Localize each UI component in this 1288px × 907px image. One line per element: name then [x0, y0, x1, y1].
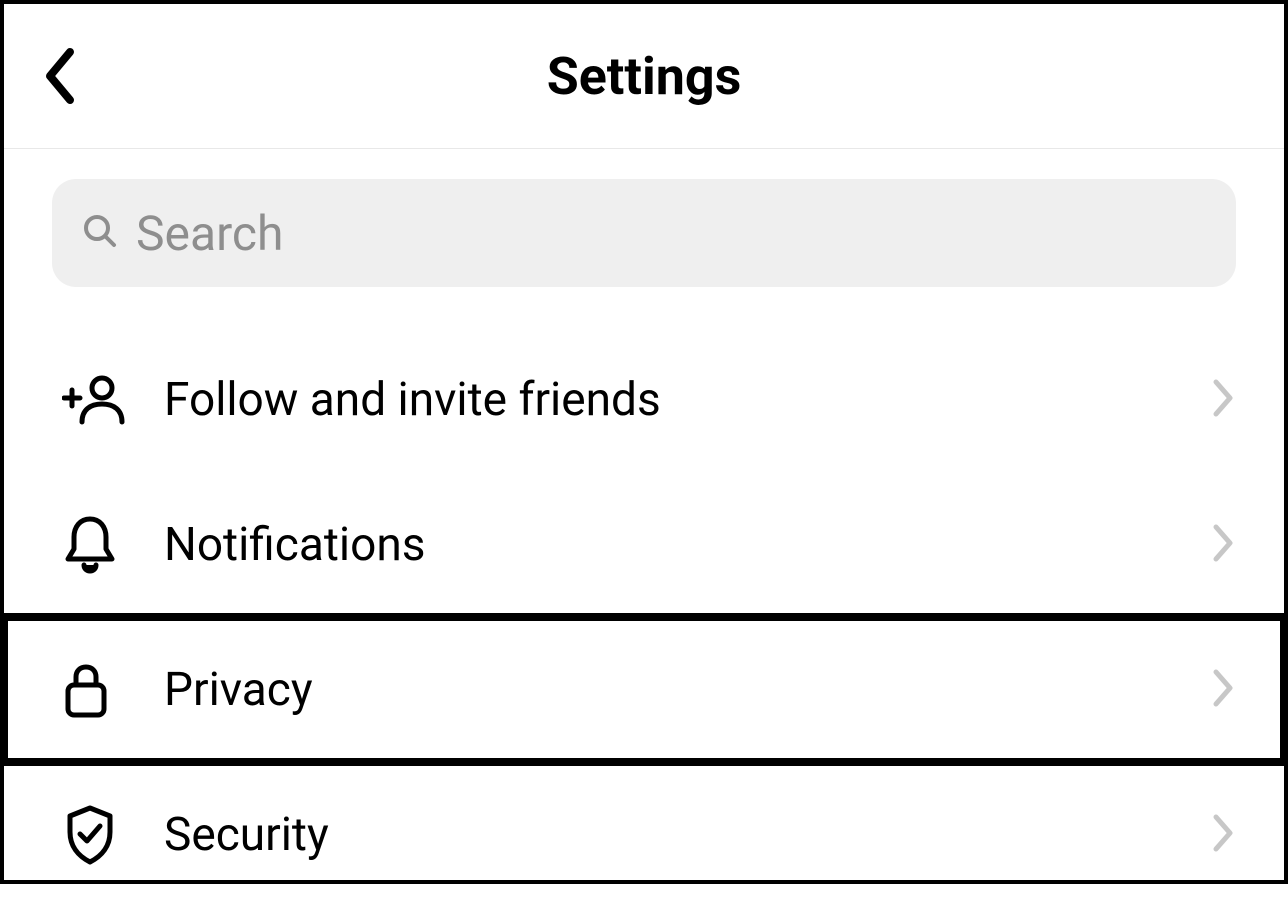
add-person-icon: [62, 372, 132, 428]
search-icon: [82, 213, 118, 253]
chevron-right-icon: [1212, 523, 1236, 567]
menu-item-label: Privacy: [164, 663, 1212, 717]
menu-item-notifications[interactable]: Notifications: [4, 472, 1284, 617]
menu-list: Follow and invite friends Notifications: [4, 307, 1284, 907]
page-title: Settings: [4, 46, 1284, 107]
chevron-right-icon: [1212, 378, 1236, 422]
menu-item-label: Notifications: [164, 518, 1212, 572]
menu-item-follow-invite[interactable]: Follow and invite friends: [4, 327, 1284, 472]
chevron-left-icon: [40, 46, 80, 106]
menu-item-privacy[interactable]: Privacy: [4, 617, 1284, 762]
header: Settings: [4, 4, 1284, 149]
chevron-right-icon: [1212, 668, 1236, 712]
back-button[interactable]: [40, 46, 80, 106]
shield-check-icon: [62, 804, 132, 866]
bell-icon: [62, 515, 132, 575]
lock-icon: [62, 661, 132, 719]
search-input[interactable]: [136, 205, 1206, 262]
search-container: [4, 149, 1284, 307]
chevron-right-icon: [1212, 813, 1236, 857]
search-box[interactable]: [52, 179, 1236, 287]
menu-item-label: Security: [164, 808, 1212, 862]
menu-item-security[interactable]: Security: [4, 762, 1284, 907]
menu-item-label: Follow and invite friends: [164, 373, 1212, 427]
